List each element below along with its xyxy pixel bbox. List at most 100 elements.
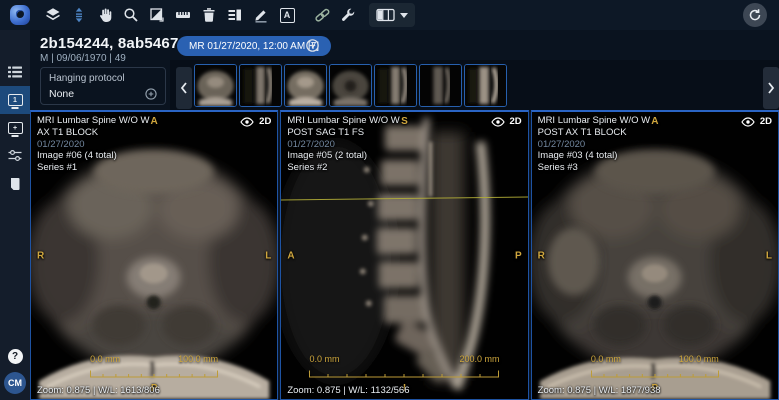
thumbnail-image [240,65,281,106]
orientation-marker-top: A [151,116,158,127]
more-tools-button[interactable] [335,2,361,28]
help-button[interactable]: ? [8,349,23,364]
ruler-end-label: 100.0 mm [679,354,719,364]
studies-list-button[interactable] [0,58,30,86]
trash-icon [201,7,217,23]
add-viewport-panel-button[interactable]: + [0,114,30,142]
app-logo-icon [10,5,30,25]
contrast-icon [149,7,165,23]
scale-ruler: 0.0 mm 100.0 mm [90,354,218,383]
magnifier-icon [123,7,139,23]
hanging-protocol-value: None [49,88,74,100]
ruler-end-label: 100.0 mm [178,354,218,364]
text-annotation-tool-button[interactable]: A [274,2,300,28]
user-avatar[interactable]: CM [4,372,26,394]
viewport-overlay-info: MRI Lumbar Spine W/O W AX T1 BLOCK 01/27… [37,115,149,174]
list-icon [7,64,23,80]
hanging-protocol-box[interactable]: Hanging protocol None [40,67,166,105]
link-viewports-button[interactable] [309,2,335,28]
series-title: MRI Lumbar Spine W/O W [287,115,399,127]
thumbnail-7[interactable] [464,64,507,107]
thumbnail-1[interactable] [194,64,237,107]
top-toolbar: A [0,0,779,30]
ruler-start-label: 0.0 mm [591,354,621,364]
delete-tool-button[interactable] [196,2,222,28]
orientation-marker-right: P [515,250,522,261]
viewport-status: Zoom: 0.875 | W/L: 1613/806 [37,385,160,396]
image-info: Image #03 (4 total) [538,150,650,162]
viewport-status: Zoom: 0.875 | W/L: 1132/566 [287,385,409,396]
thumbnail-6[interactable] [419,64,462,107]
image-info: Image #06 (4 total) [37,150,149,162]
stack-scroll-icon [71,7,87,23]
thumbnail-image [420,65,461,106]
layers-icon [45,7,61,23]
refresh-button[interactable] [743,3,767,27]
notes-panel-button[interactable] [0,170,30,198]
thumbnail-4[interactable] [329,64,372,107]
chevron-right-icon [767,82,775,94]
eye-icon [240,117,254,127]
wrench-icon [340,7,356,23]
viewport-mode-toggle[interactable]: 2D [240,116,271,127]
mode-label: 2D [760,116,772,127]
thumbnail-image [285,65,326,106]
pencil-icon [253,7,269,23]
left-sidebar: 1 + ? CM [0,30,30,400]
patient-demographics: M | 09/06/1970 | 49 [40,53,126,64]
sliders-icon [7,148,23,164]
pan-tool-button[interactable] [92,2,118,28]
image-info: Image #05 (2 total) [287,150,399,162]
patient-name: 2b154244, 8ab54674 [40,35,187,52]
viewport-1[interactable]: MRI Lumbar Spine W/O W AX T1 BLOCK 01/27… [30,110,278,400]
settings-panel-button[interactable] [0,142,30,170]
measure-tool-button[interactable] [170,2,196,28]
zoom-tool-button[interactable] [118,2,144,28]
series-panel-tool-button[interactable] [222,2,248,28]
thumbnail-image [375,65,416,106]
thumbnail-5[interactable] [374,64,417,107]
series-info: Series #1 [37,162,149,174]
mode-label: 2D [510,116,522,127]
series-subtitle: AX T1 BLOCK [37,127,149,139]
eye-icon [741,117,755,127]
viewport-1-panel-button[interactable]: 1 [0,86,30,114]
viewport-mode-toggle[interactable]: 2D [741,116,772,127]
orientation-marker-left: A [287,250,294,261]
thumbnail-3[interactable] [284,64,327,107]
thumbnail-2[interactable] [239,64,282,107]
viewport-mode-toggle[interactable]: 2D [491,116,522,127]
ruler-end-label: 200.0 mm [459,354,499,364]
series-info: Series #3 [538,162,650,174]
annotate-tool-button[interactable] [248,2,274,28]
layers-tool-button[interactable] [40,2,66,28]
thumbnail-image [330,65,371,106]
thumbnail-scroll-right-button[interactable] [763,67,779,109]
thumbnail-scroll-left-button[interactable] [176,67,192,109]
stack-scroll-tool-button[interactable] [66,2,92,28]
protocol-info-icon[interactable] [145,88,157,100]
orientation-marker-top: A [651,116,658,127]
layout-grid-icon [376,7,395,23]
series-subtitle: POST SAG T1 FS [287,127,399,139]
series-info: Series #2 [287,162,399,174]
hanging-protocol-label: Hanging protocol [49,73,157,84]
viewport-2[interactable]: MRI Lumbar Spine W/O W POST SAG T1 FS 01… [280,110,528,400]
series-date: 01/27/2020 [287,139,399,151]
ruler-start-label: 0.0 mm [90,354,120,364]
refresh-icon [748,8,762,22]
viewport-3[interactable]: MRI Lumbar Spine W/O W POST AX T1 BLOCK … [531,110,779,400]
chevron-left-icon [180,82,188,94]
ruler-start-label: 0.0 mm [309,354,339,364]
layout-select-button[interactable] [369,3,415,27]
window-level-tool-button[interactable] [144,2,170,28]
bookmark-icon [7,176,23,192]
scale-ruler: 0.0 mm 200.0 mm [309,354,499,383]
ruler-bar [591,370,719,378]
letter-a-icon: A [280,8,295,23]
orientation-marker-left: R [538,250,545,261]
add-study-button[interactable] [306,39,319,57]
mode-label: 2D [259,116,271,127]
side-panel-icon [227,7,243,23]
caret-down-icon [400,13,408,18]
